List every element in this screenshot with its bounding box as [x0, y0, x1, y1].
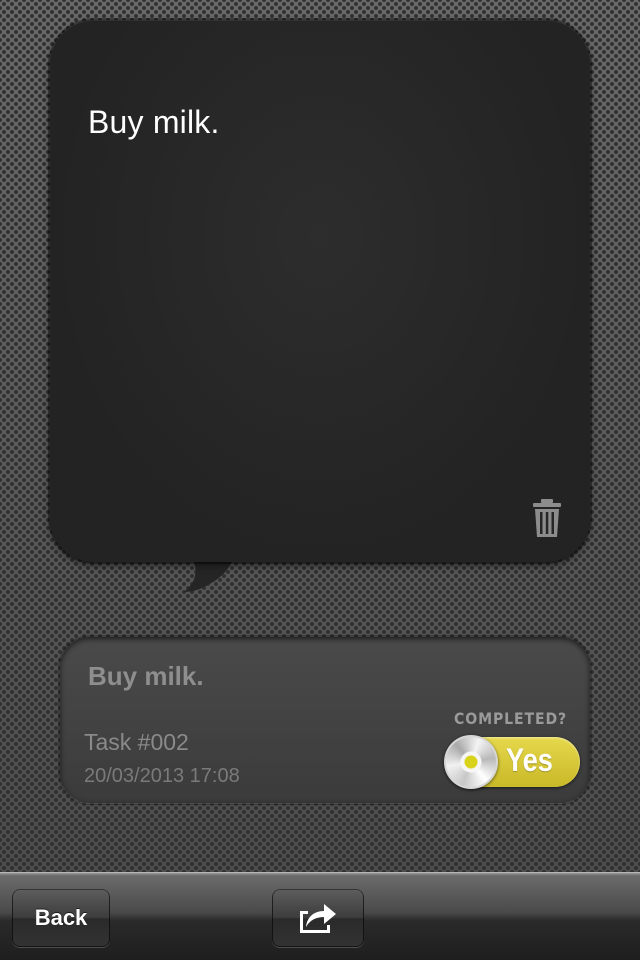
share-icon [300, 904, 336, 933]
trash-icon[interactable] [532, 498, 562, 538]
task-number: Task #002 [84, 729, 189, 755]
task-title: Buy milk. [88, 661, 204, 691]
completed-toggle[interactable]: Yes [444, 735, 580, 789]
completed-label: COMPLETED? [454, 709, 568, 728]
bottom-toolbar: Back [0, 872, 640, 960]
disc-knob-icon[interactable] [444, 735, 498, 789]
note-text[interactable]: Buy milk. [88, 104, 220, 141]
task-summary-card: Buy milk. Task #002 20/03/2013 17:08 COM… [60, 637, 590, 803]
completed-toggle-label: Yes [506, 742, 553, 778]
share-button[interactable] [272, 889, 364, 947]
task-date: 20/03/2013 17:08 [84, 765, 240, 787]
back-button[interactable]: Back [12, 889, 110, 947]
note-bubble[interactable]: Buy milk. [50, 20, 590, 562]
